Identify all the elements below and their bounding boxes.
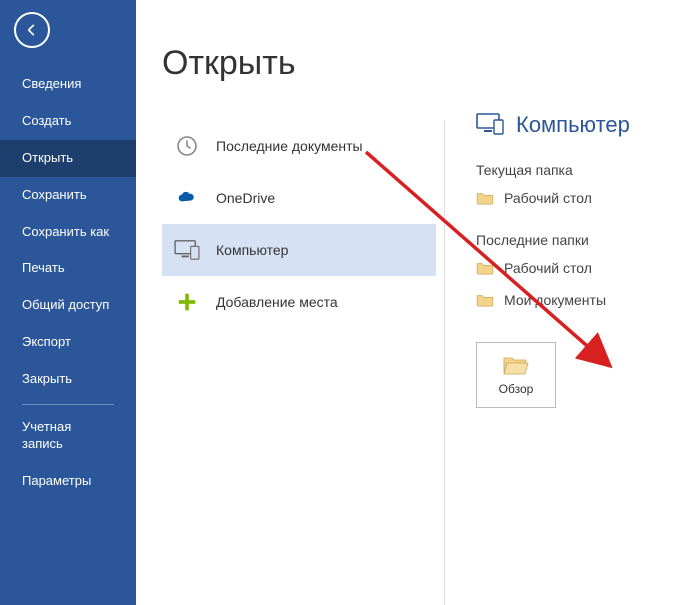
nav-item-account[interactable]: Учетная запись (0, 409, 136, 463)
nav-label: Сохранить как (22, 224, 109, 239)
nav-label: Учетная запись (22, 419, 71, 451)
nav-item-print[interactable]: Печать (0, 250, 136, 287)
nav-label: Сохранить (22, 187, 87, 202)
source-label: OneDrive (216, 190, 275, 206)
current-folder-label: Текущая папка (476, 162, 685, 178)
detail-title: Компьютер (516, 112, 630, 138)
backstage-sidebar: Сведения Создать Открыть Сохранить Сохра… (0, 0, 136, 605)
source-computer[interactable]: Компьютер (162, 224, 436, 276)
source-label: Добавление места (216, 294, 338, 310)
nav-label: Общий доступ (22, 297, 109, 312)
clock-icon (174, 133, 200, 159)
nav-separator (22, 404, 114, 405)
nav-item-close[interactable]: Закрыть (0, 361, 136, 398)
nav-label: Печать (22, 260, 65, 275)
nav-label: Создать (22, 113, 71, 128)
nav-item-share[interactable]: Общий доступ (0, 287, 136, 324)
recent-folder-link[interactable]: Рабочий стол (476, 256, 685, 288)
vertical-divider (444, 120, 445, 605)
nav-item-saveas[interactable]: Сохранить как (0, 214, 136, 251)
source-label: Компьютер (216, 242, 288, 258)
recent-folders-label: Последние папки (476, 232, 685, 248)
recent-folder-link[interactable]: Мои документы (476, 288, 685, 320)
nav-label: Открыть (22, 150, 73, 165)
folder-icon (476, 293, 494, 307)
browse-button[interactable]: Обзор (476, 342, 556, 408)
folder-icon (476, 261, 494, 275)
computer-detail-panel: Компьютер Текущая папка Рабочий стол Пос… (476, 112, 685, 408)
nav-label: Экспорт (22, 334, 71, 349)
folder-name: Мои документы (504, 292, 606, 308)
plus-icon (174, 289, 200, 315)
back-arrow-icon (24, 22, 40, 38)
source-add-place[interactable]: Добавление места (162, 276, 436, 328)
cloud-icon (174, 185, 200, 211)
browse-label: Обзор (499, 382, 534, 396)
detail-header: Компьютер (476, 112, 685, 138)
source-label: Последние документы (216, 138, 363, 154)
nav-item-save[interactable]: Сохранить (0, 177, 136, 214)
nav-label: Закрыть (22, 371, 72, 386)
folder-open-icon (502, 354, 530, 376)
nav-label: Сведения (22, 76, 81, 91)
nav-item-new[interactable]: Создать (0, 103, 136, 140)
page-title: Открыть (162, 44, 695, 83)
nav-item-options[interactable]: Параметры (0, 463, 136, 500)
folder-icon (476, 191, 494, 205)
computer-icon (174, 237, 200, 263)
nav-item-info[interactable]: Сведения (0, 66, 136, 103)
back-button[interactable] (14, 12, 50, 48)
content-area: Открыть Последние документы OneDrive Ком… (136, 0, 695, 605)
source-onedrive[interactable]: OneDrive (162, 172, 436, 224)
open-sources-list: Последние документы OneDrive Компьютер Д… (162, 120, 436, 328)
folder-name: Рабочий стол (504, 260, 592, 276)
current-folder-link[interactable]: Рабочий стол (476, 186, 685, 218)
folder-name: Рабочий стол (504, 190, 592, 206)
source-recent[interactable]: Последние документы (162, 120, 436, 172)
nav-item-open[interactable]: Открыть (0, 140, 136, 177)
nav-label: Параметры (22, 473, 91, 488)
computer-icon (476, 112, 504, 138)
nav-item-export[interactable]: Экспорт (0, 324, 136, 361)
